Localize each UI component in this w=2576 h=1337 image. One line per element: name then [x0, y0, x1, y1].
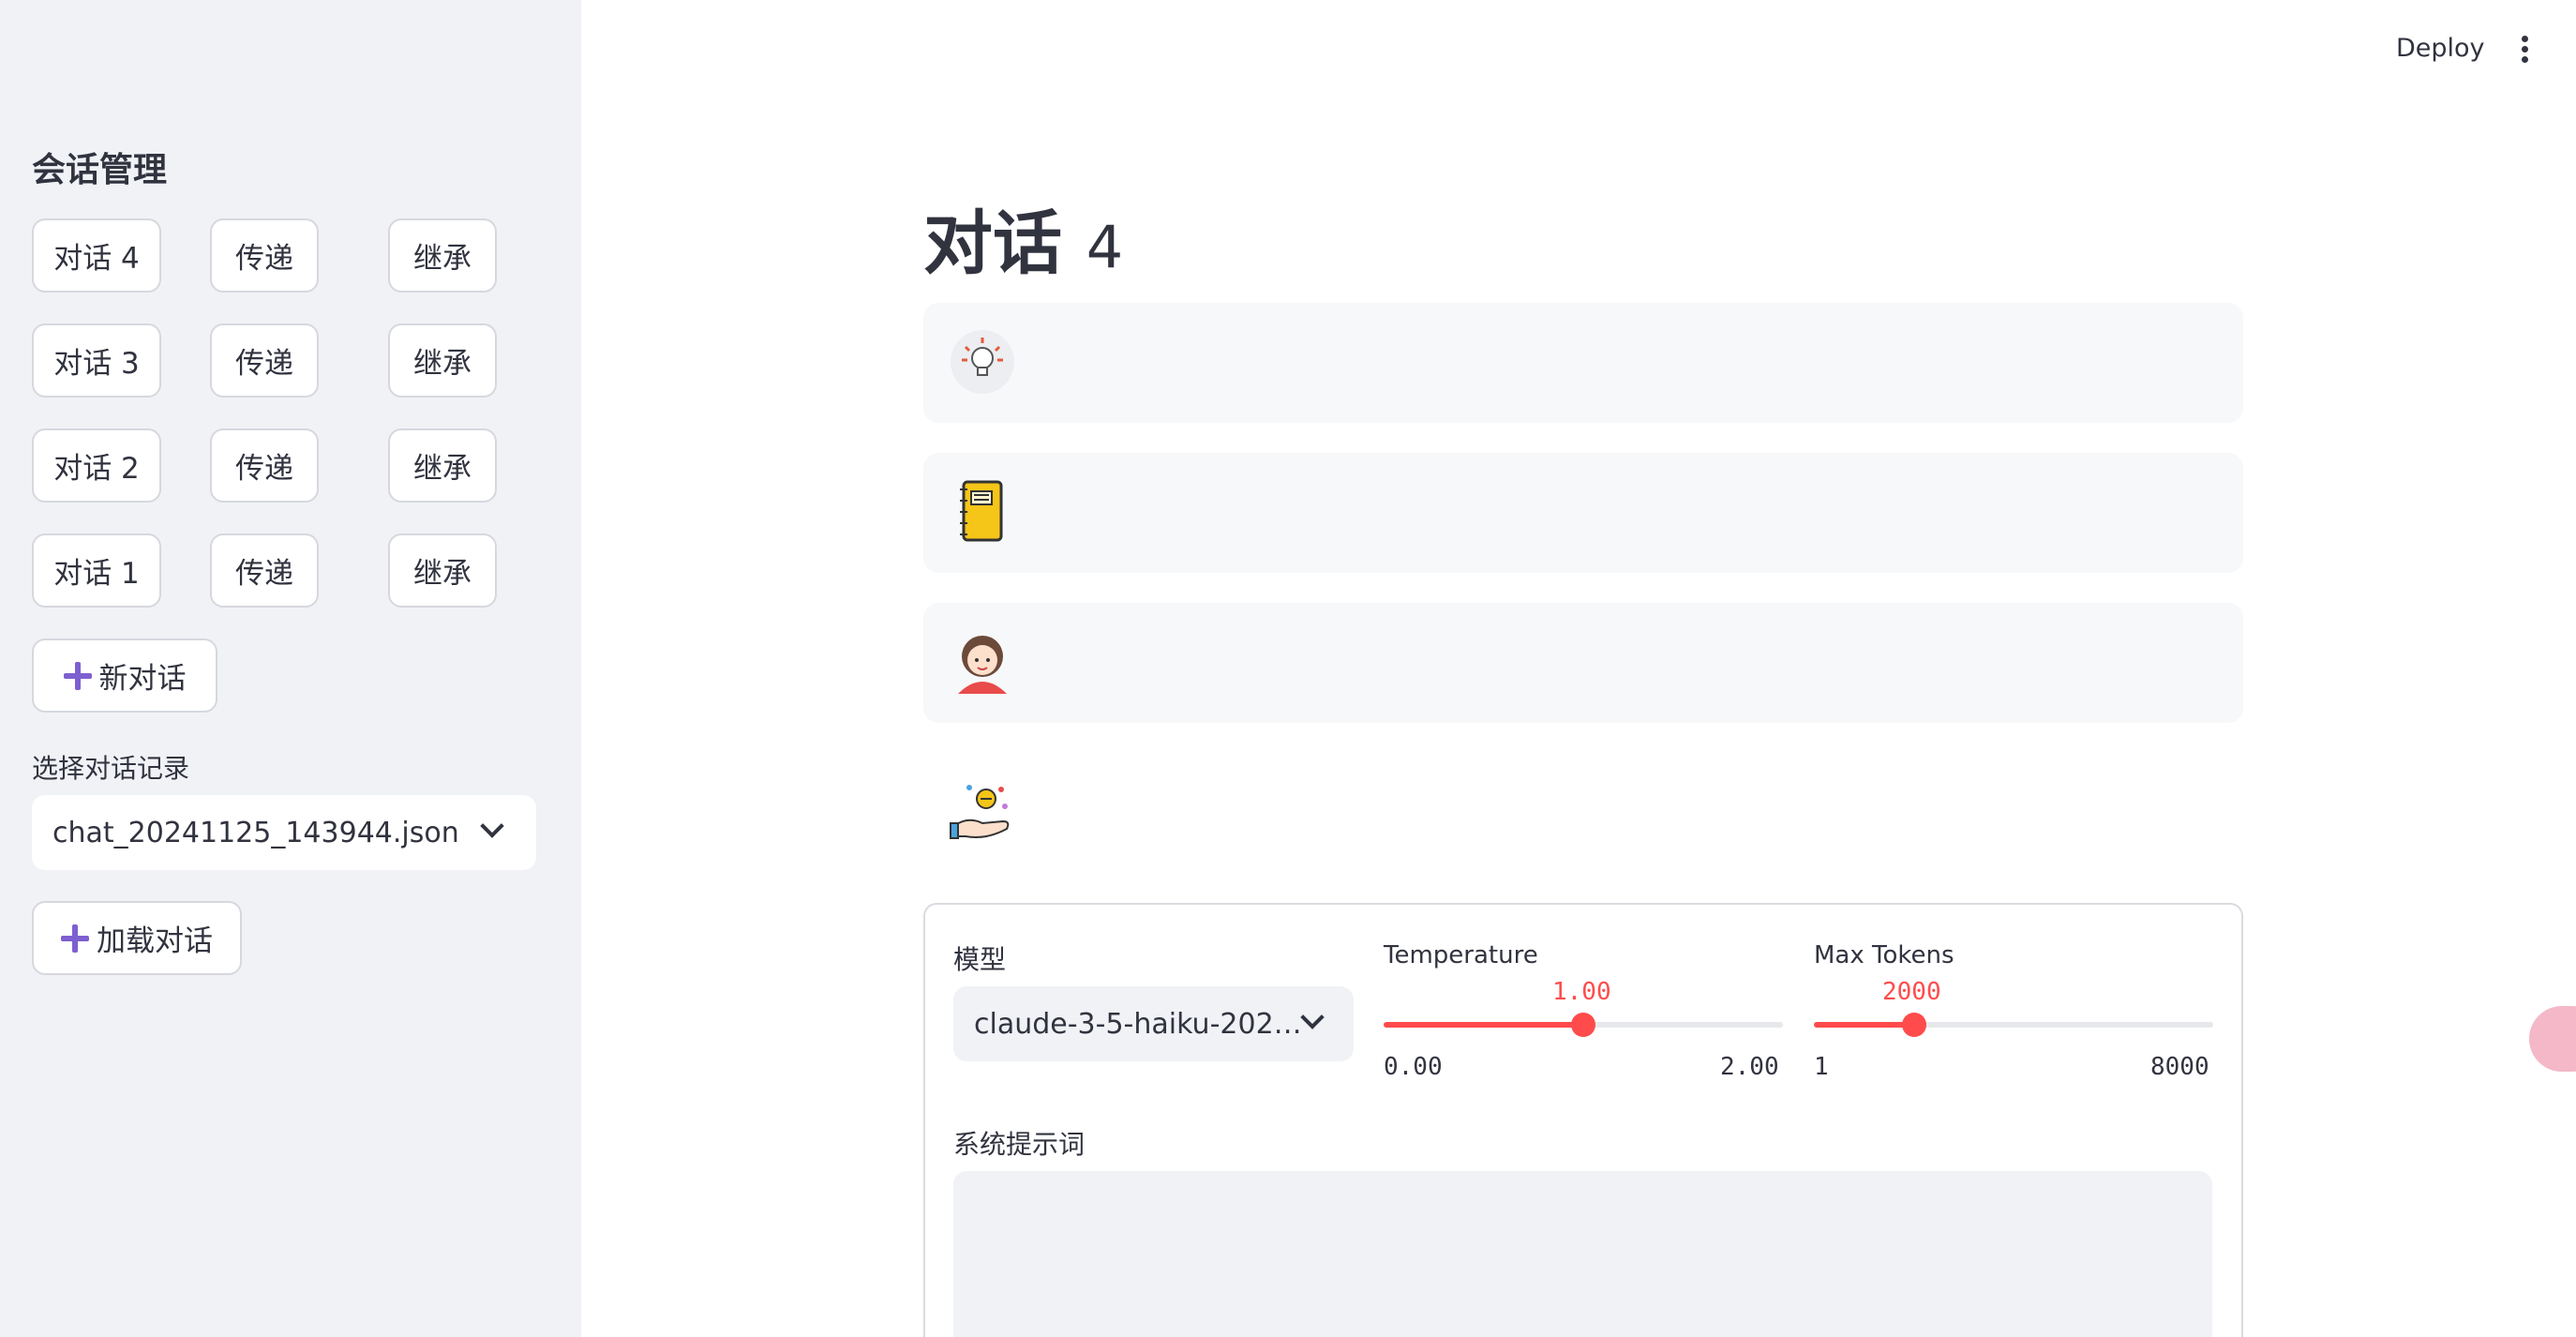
model-label: 模型	[953, 944, 1007, 975]
conversation-2-button[interactable]: 对话 2	[32, 428, 161, 503]
new-conversation-button[interactable]: 新对话	[32, 638, 217, 713]
inherit-button-1[interactable]: 继承	[388, 533, 497, 608]
load-conversation-button[interactable]: 加载对话	[32, 901, 242, 975]
deploy-button[interactable]: Deploy	[2396, 34, 2485, 63]
max-tokens-max: 8000	[2150, 1053, 2209, 1081]
floating-assistant-button[interactable]	[2529, 1006, 2576, 1072]
girl-avatar-icon	[958, 636, 1007, 694]
chat-message	[923, 303, 2243, 423]
model-select[interactable]: claude-3-5-haiku-202…	[953, 986, 1354, 1061]
page-title-number: 4	[1086, 213, 1124, 281]
load-conversation-label: 加载对话	[97, 924, 213, 958]
page-title: 对话 4	[923, 188, 1123, 288]
conversation-4-button[interactable]: 对话 4	[32, 218, 161, 293]
hand-coins-icon	[950, 785, 1010, 839]
pass-button-2[interactable]: 传递	[210, 428, 319, 503]
chevron-down-icon	[480, 814, 504, 838]
notebook-icon	[960, 480, 1003, 542]
chat-message	[923, 603, 2243, 723]
max-tokens-slider-fill	[1814, 1022, 1914, 1028]
new-conversation-label: 新对话	[98, 662, 187, 696]
temperature-min: 0.00	[1384, 1053, 1443, 1081]
history-select-value: chat_20241125_143944.json	[52, 816, 459, 849]
sidebar-heading: 会话管理	[32, 151, 168, 189]
max-tokens-value: 2000	[1882, 978, 1941, 1006]
inherit-button-4[interactable]: 继承	[388, 218, 497, 293]
lightbulb-icon	[951, 330, 1014, 394]
pass-button-4[interactable]: 传递	[210, 218, 319, 293]
temperature-label: Temperature	[1384, 941, 1538, 969]
temperature-slider-fill	[1384, 1022, 1583, 1028]
pass-button-3[interactable]: 传递	[210, 323, 319, 398]
more-menu-icon[interactable]	[2520, 36, 2529, 64]
system-prompt-label: 系统提示词	[953, 1129, 1086, 1160]
max-tokens-min: 1	[1814, 1053, 1829, 1081]
temperature-max: 2.00	[1720, 1053, 1779, 1081]
conversation-1-button[interactable]: 对话 1	[32, 533, 161, 608]
conversation-3-button[interactable]: 对话 3	[32, 323, 161, 398]
model-select-value: claude-3-5-haiku-202…	[974, 1007, 1302, 1041]
sidebar: 会话管理 对话 4 传递 继承 对话 3 传递 继承 对话 2 传递 继承 对话…	[0, 0, 581, 1337]
chat-message	[923, 453, 2243, 573]
history-select-label: 选择对话记录	[32, 753, 190, 784]
page-title-text: 对话	[923, 203, 1062, 284]
max-tokens-slider[interactable]	[1814, 1013, 2213, 1037]
max-tokens-label: Max Tokens	[1814, 941, 1954, 969]
max-tokens-slider-handle[interactable]	[1901, 1013, 1926, 1037]
temperature-slider[interactable]	[1384, 1013, 1783, 1037]
temperature-value: 1.00	[1552, 978, 1611, 1006]
inherit-button-3[interactable]: 继承	[388, 323, 497, 398]
plus-icon	[63, 661, 92, 690]
plus-icon	[61, 924, 89, 953]
inherit-button-2[interactable]: 继承	[388, 428, 497, 503]
pass-button-1[interactable]: 传递	[210, 533, 319, 608]
system-prompt-input[interactable]	[953, 1171, 2212, 1337]
chevron-down-icon	[1300, 1005, 1325, 1029]
temperature-slider-handle[interactable]	[1571, 1013, 1595, 1037]
history-select[interactable]: chat_20241125_143944.json	[32, 795, 536, 870]
